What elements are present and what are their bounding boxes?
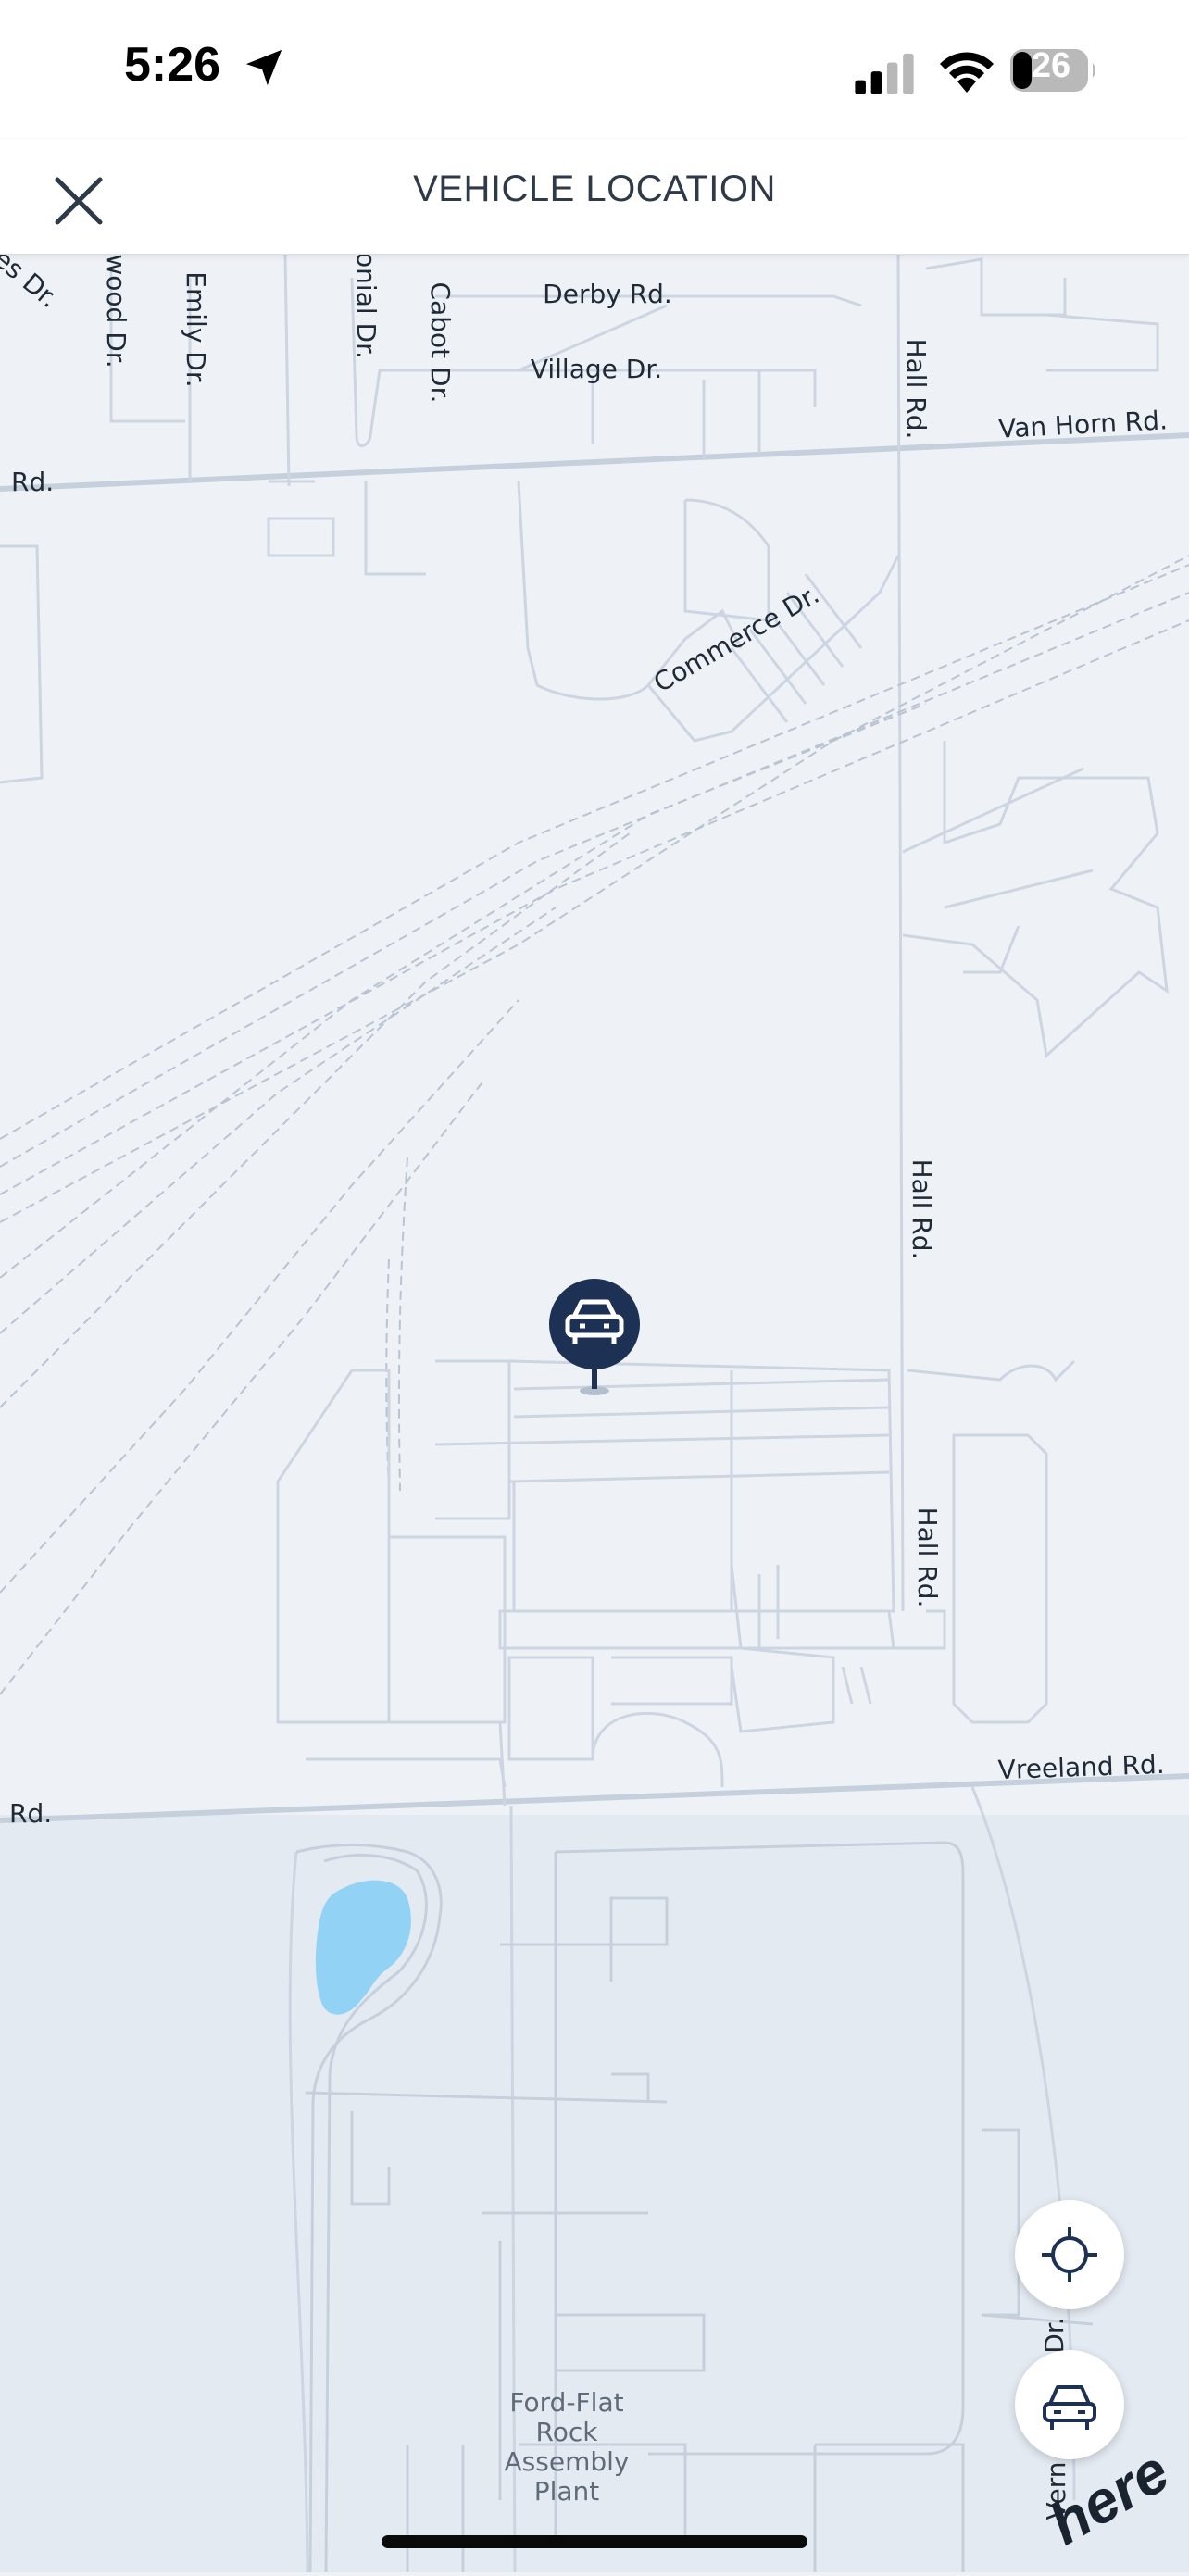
wifi-icon bbox=[940, 52, 994, 93]
status-time: 5:26 bbox=[124, 38, 221, 92]
road-label-colonial: onial Dr. bbox=[351, 254, 382, 359]
crosshair-icon bbox=[1042, 2227, 1097, 2282]
map-canvas[interactable]: Derby Rd. Village Dr. Van Horn Rd. Rd. C… bbox=[0, 243, 1189, 2574]
road-label-rd-top: Rd. bbox=[11, 467, 54, 497]
location-arrow-icon bbox=[245, 49, 282, 86]
page-title: VEHICLE LOCATION bbox=[413, 169, 776, 209]
road-label-dr-right: Dr. bbox=[1039, 2317, 1070, 2353]
cellular-signal-icon bbox=[855, 53, 914, 94]
poi-label-line-4: Plant bbox=[534, 2476, 600, 2507]
battery-level: 26 bbox=[1031, 46, 1071, 85]
road-label-derby: Derby Rd. bbox=[543, 279, 672, 309]
vehicle-focus-button[interactable] bbox=[1015, 2350, 1124, 2459]
road-label-vreeland: Vreeland Rd. bbox=[997, 1749, 1165, 1785]
map-view[interactable]: Derby Rd. Village Dr. Van Horn Rd. Rd. C… bbox=[0, 243, 1189, 2574]
status-bar: 5:26 26 bbox=[0, 0, 1189, 139]
road-label-wood: wood Dr. bbox=[101, 254, 131, 368]
road-label-emily: Emily Dr. bbox=[181, 271, 211, 387]
home-indicator bbox=[382, 2535, 807, 2548]
header: VEHICLE LOCATION bbox=[0, 139, 1189, 255]
car-icon bbox=[1043, 2385, 1096, 2430]
road-label-rd-bottom: Rd. bbox=[9, 1798, 52, 1829]
road-label-cabot: Cabot Dr. bbox=[425, 282, 456, 404]
poi-label-line-3: Assembly bbox=[505, 2446, 630, 2477]
road-label-hall-top: Hall Rd. bbox=[901, 339, 932, 440]
road-label-hall-low: Hall Rd. bbox=[912, 1507, 943, 1608]
recenter-button[interactable] bbox=[1015, 2200, 1124, 2309]
poi-label-line-2: Rock bbox=[536, 2417, 599, 2447]
road-label-village: Village Dr. bbox=[531, 354, 662, 384]
road-label-hall-mid: Hall Rd. bbox=[907, 1159, 937, 1260]
poi-label-line-1: Ford-Flat bbox=[509, 2387, 623, 2418]
